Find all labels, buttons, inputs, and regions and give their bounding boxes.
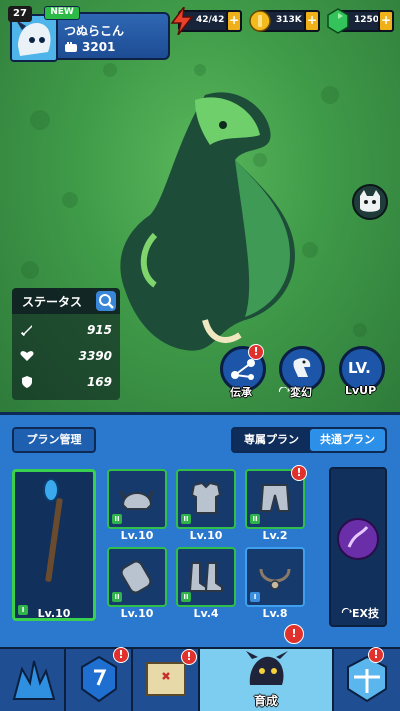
status-detail-button[interactable] — [96, 291, 116, 311]
level-up-label: LvUP — [345, 384, 377, 397]
boots-rank-badge: II — [181, 592, 191, 602]
search-icon — [99, 294, 114, 309]
armor-slot[interactable]: II — [176, 469, 236, 529]
status-body: 915 3390 169 — [12, 314, 120, 400]
coin-plus-button[interactable]: + — [304, 10, 320, 32]
pants-alert-badge: ! — [291, 465, 307, 481]
crystal-castle-icon — [12, 660, 56, 700]
weapon-level: Lv.10 — [37, 607, 71, 620]
stat-hp-value: 3390 — [78, 349, 112, 363]
player-power: 3201 — [64, 40, 115, 54]
level-up-icon-text: LV. — [348, 359, 371, 377]
energy-counter[interactable]: 42/42 + — [170, 7, 242, 35]
player-level-badge: 27 — [8, 6, 32, 22]
pants-level: Lv.2 — [262, 529, 288, 542]
tab-common-plan[interactable]: 共通プラン — [310, 429, 385, 451]
player-profile[interactable]: 27 NEW つぬらこん 3201 — [6, 6, 170, 62]
gem-plus-button[interactable]: + — [378, 10, 394, 32]
lightning-icon — [170, 7, 194, 35]
transform-label: 変幻 — [278, 384, 312, 400]
helmet-level: Lv.10 — [120, 529, 154, 542]
helmet-slot[interactable]: II — [107, 469, 167, 529]
character-illustration[interactable] — [95, 85, 315, 365]
inherit-alert-badge: ! — [248, 344, 264, 360]
ex-skill-text: EX技 — [352, 607, 379, 620]
avatar-portrait-icon — [12, 16, 56, 60]
heart-icon — [20, 351, 34, 361]
bottom-navigation: ! ! 育成 ! ! — [0, 624, 400, 711]
coin-icon — [249, 10, 271, 32]
transform-creature-icon — [293, 358, 311, 377]
energy-value: 42/42 — [196, 15, 225, 25]
stat-attack-value: 915 — [86, 323, 112, 337]
bracer-slot[interactable]: II — [107, 547, 167, 607]
coin-value: 313K — [276, 15, 302, 25]
player-name: つぬらこん — [64, 24, 125, 38]
bracer-level: Lv.10 — [120, 607, 154, 620]
boots-slot[interactable]: II — [176, 547, 236, 607]
helmet-rank-badge: II — [112, 514, 122, 524]
armor-level: Lv.10 — [189, 529, 223, 542]
nav-dungeon[interactable] — [0, 649, 66, 711]
swap-arrows-icon — [278, 386, 290, 392]
energy-plus-button[interactable]: + — [226, 10, 242, 32]
nav-training[interactable]: 育成 — [200, 649, 334, 711]
stat-attack-row: 915 — [12, 318, 120, 344]
staff-weapon-icon — [43, 478, 63, 582]
new-badge: NEW — [44, 6, 80, 20]
ex-skill-label: EX技 — [331, 605, 389, 621]
gem-value: 1250 — [354, 15, 380, 25]
nav-training-alert-badge: ! — [284, 624, 304, 644]
stat-defense-row: 169 — [12, 370, 120, 396]
plan-manage-button[interactable]: プラン管理 — [12, 427, 96, 453]
pants-rank-badge: II — [250, 514, 260, 524]
plan-tabs: 専属プラン 共通プラン — [231, 427, 387, 453]
nav-quest-alert-badge: ! — [113, 647, 129, 663]
boots-level: Lv.4 — [193, 607, 219, 620]
gem-icon — [327, 8, 349, 34]
stat-defense-value: 169 — [86, 375, 112, 389]
necklace-level: Lv.8 — [262, 607, 288, 620]
ex-skill-slot[interactable]: EX技 — [329, 467, 387, 627]
necklace-rank-badge: I — [250, 592, 260, 602]
status-header: ステータス — [12, 288, 120, 314]
transform-label-text: 変幻 — [290, 386, 312, 399]
weapon-slot[interactable]: I — [12, 469, 96, 621]
pet-companion-button[interactable] — [352, 184, 388, 220]
nav-training-label: 育成 — [253, 694, 278, 708]
nav-shop-alert-badge: ! — [368, 647, 384, 663]
status-panel: ステータス 915 3390 169 — [12, 288, 120, 400]
coin-counter[interactable]: 313K + — [249, 10, 320, 32]
gem-counter[interactable]: 1250 + — [327, 8, 394, 34]
nav-shop[interactable] — [334, 649, 400, 711]
power-value: 3201 — [82, 40, 116, 54]
swap-arrows-icon — [341, 607, 352, 613]
necklace-slot[interactable]: I — [245, 547, 305, 607]
training-character-icon — [246, 651, 288, 685]
stat-hp-row: 3390 — [12, 344, 120, 370]
tab-exclusive-plan[interactable]: 専属プラン — [234, 429, 309, 451]
ex-skill-orb-icon — [337, 518, 379, 560]
shield-icon — [22, 376, 32, 388]
sword-icon — [20, 325, 32, 337]
power-fist-icon — [65, 42, 77, 52]
cat-ghost-icon — [360, 190, 380, 212]
nav-map-alert-badge: ! — [181, 649, 197, 665]
gift-box-icon — [347, 655, 387, 703]
status-title: ステータス — [22, 295, 83, 309]
inherit-label: 伝承 — [230, 386, 252, 399]
equipment-panel: プラン管理 専属プラン 共通プラン I Lv.10 II Lv.10 II Lv… — [0, 412, 400, 647]
armor-rank-badge: II — [181, 514, 191, 524]
bracer-rank-badge: II — [112, 592, 122, 602]
